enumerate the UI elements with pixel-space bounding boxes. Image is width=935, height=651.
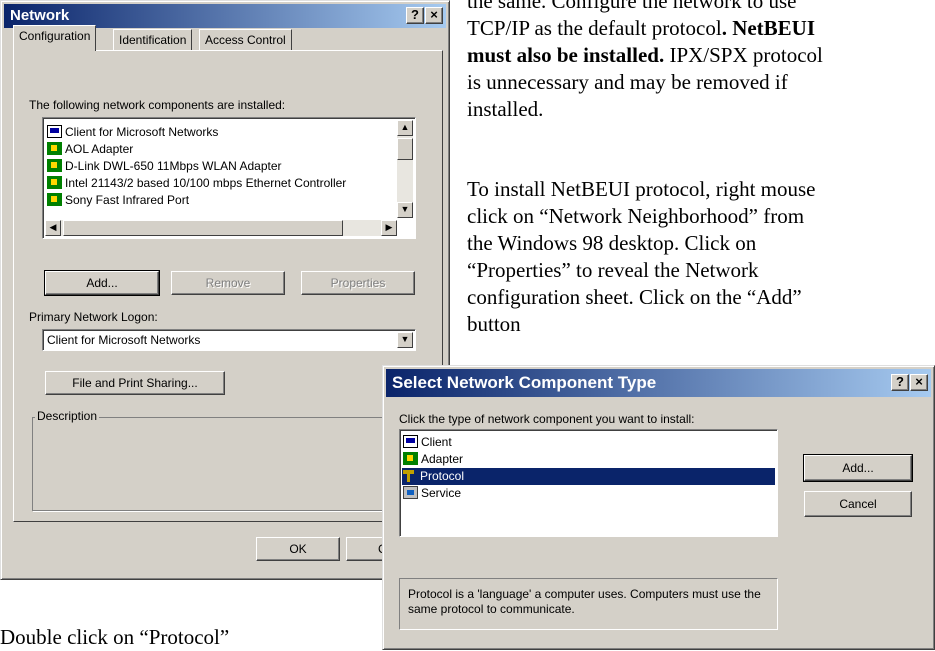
doc-text: TCP/IP as the default protocol bbox=[467, 16, 722, 40]
help-button[interactable]: ? bbox=[891, 374, 909, 391]
list-item-client[interactable]: Client bbox=[403, 434, 452, 451]
type-description: Protocol is a 'language' a computer uses… bbox=[408, 587, 761, 616]
doc-bold-text: . NetBEUI bbox=[721, 16, 816, 40]
list-item[interactable]: AOL Adapter bbox=[47, 141, 133, 158]
description-groupbox bbox=[32, 417, 427, 511]
adapter-icon bbox=[403, 452, 418, 465]
components-label: The following network components are ins… bbox=[29, 98, 286, 112]
primary-logon-value: Client for Microsoft Networks bbox=[47, 333, 201, 347]
add-button[interactable]: Add... bbox=[44, 270, 160, 296]
list-item[interactable]: Client for Microsoft Networks bbox=[47, 124, 218, 141]
list-item-label: D-Link DWL-650 11Mbps WLAN Adapter bbox=[65, 159, 282, 173]
primary-logon-select[interactable]: Client for Microsoft Networks ▼ bbox=[42, 329, 416, 351]
adapter-icon bbox=[47, 142, 62, 155]
doc-line: is unnecessary and may be removed if bbox=[467, 70, 788, 94]
list-item-service[interactable]: Service bbox=[403, 485, 461, 502]
list-item-label: Client bbox=[421, 435, 452, 449]
adapter-icon bbox=[47, 176, 62, 189]
components-listbox[interactable]: Client for Microsoft Networks AOL Adapte… bbox=[42, 117, 416, 239]
list-item-label: Service bbox=[421, 486, 462, 500]
add-button[interactable]: Add... bbox=[803, 454, 913, 482]
select-component-dialog: Select Network Component Type ? × Click … bbox=[382, 365, 935, 650]
doc-line: button bbox=[467, 312, 521, 336]
doc-line: the Windows 98 desktop. Click on bbox=[467, 231, 757, 255]
client-icon bbox=[403, 435, 418, 448]
ok-button[interactable]: OK bbox=[256, 537, 340, 561]
doc-line: “Properties” to reveal the Network bbox=[467, 258, 759, 282]
client-icon bbox=[47, 125, 62, 138]
list-item-label: AOL Adapter bbox=[65, 142, 134, 156]
chevron-down-icon[interactable]: ▼ bbox=[397, 332, 413, 348]
list-item[interactable]: D-Link DWL-650 11Mbps WLAN Adapter bbox=[47, 158, 282, 175]
list-item[interactable]: Intel 21143/2 based 10/100 mbps Ethernet… bbox=[47, 175, 346, 192]
help-button[interactable]: ? bbox=[406, 7, 424, 24]
file-print-sharing-button[interactable]: File and Print Sharing... bbox=[45, 371, 225, 395]
adapter-icon bbox=[47, 159, 62, 172]
doc-line: the same. Configure the network to use bbox=[467, 0, 797, 13]
select-title-bar: Select Network Component Type ? × bbox=[386, 369, 931, 397]
scroll-down-icon[interactable]: ▼ bbox=[397, 202, 413, 218]
scroll-right-icon[interactable]: ▶ bbox=[381, 220, 397, 236]
doc-footer: Double click on “Protocol” bbox=[0, 625, 230, 649]
service-icon bbox=[403, 486, 418, 499]
doc-paragraph-2: To install NetBEUI protocol, right mouse… bbox=[467, 176, 935, 338]
list-item-label: Intel 21143/2 based 10/100 mbps Ethernet… bbox=[65, 176, 347, 190]
doc-line: must also be installed. IPX/SPX protocol bbox=[467, 42, 935, 69]
doc-text: IPX/SPX protocol bbox=[664, 43, 823, 67]
horizontal-scrollbar[interactable]: ◀ ▶ bbox=[45, 220, 397, 236]
doc-line: click on “Network Neighborhood” from bbox=[467, 204, 805, 228]
description-box: Protocol is a 'language' a computer uses… bbox=[399, 578, 778, 630]
description-label: Description bbox=[35, 409, 100, 423]
tab-access-control[interactable]: Access Control bbox=[199, 29, 292, 51]
component-type-listbox[interactable]: Client Adapter Protocol Service bbox=[399, 429, 778, 537]
doc-line: TCP/IP as the default protocol. NetBEUI bbox=[467, 15, 935, 42]
scroll-thumb[interactable] bbox=[397, 138, 413, 160]
doc-line: To install NetBEUI protocol, right mouse bbox=[467, 177, 816, 201]
close-button[interactable]: × bbox=[910, 374, 928, 391]
properties-button[interactable]: Properties bbox=[301, 271, 415, 295]
list-item-label: Adapter bbox=[421, 452, 464, 466]
list-item-label: Client for Microsoft Networks bbox=[65, 125, 219, 139]
tab-identification[interactable]: Identification bbox=[113, 29, 193, 51]
select-prompt: Click the type of network component you … bbox=[399, 412, 695, 426]
cancel-button[interactable]: Cancel bbox=[804, 491, 912, 517]
list-item-protocol[interactable]: Protocol bbox=[402, 468, 775, 485]
scroll-thumb-h[interactable] bbox=[63, 220, 343, 236]
list-item-label: Sony Fast Infrared Port bbox=[65, 193, 190, 207]
select-title: Select Network Component Type bbox=[392, 373, 657, 392]
vertical-scrollbar[interactable]: ▲ ▼ bbox=[397, 120, 413, 218]
primary-logon-label: Primary Network Logon: bbox=[29, 310, 158, 324]
tab-configuration[interactable]: Configuration bbox=[13, 25, 97, 51]
list-item-label: Protocol bbox=[420, 469, 465, 483]
scroll-left-icon[interactable]: ◀ bbox=[45, 220, 61, 236]
remove-button[interactable]: Remove bbox=[171, 271, 285, 295]
list-item[interactable]: Sony Fast Infrared Port bbox=[47, 192, 189, 209]
close-button[interactable]: × bbox=[425, 7, 443, 24]
scroll-up-icon[interactable]: ▲ bbox=[397, 120, 413, 136]
doc-paragraph-1: the same. Configure the network to use T… bbox=[467, 0, 935, 123]
network-title: Network bbox=[10, 7, 70, 24]
doc-line: configuration sheet. Click on the “Add” bbox=[467, 285, 802, 309]
doc-bold-text: must also be installed. bbox=[467, 43, 665, 67]
list-item-adapter[interactable]: Adapter bbox=[403, 451, 463, 468]
adapter-icon bbox=[47, 193, 62, 206]
doc-line: installed. bbox=[467, 97, 544, 121]
protocol-icon bbox=[402, 469, 417, 482]
